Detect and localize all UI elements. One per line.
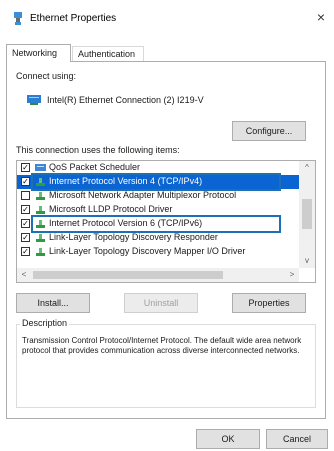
- item-checkbox[interactable]: ✓: [21, 205, 30, 214]
- item-label: Link-Layer Topology Discovery Responder: [49, 232, 218, 242]
- list-item[interactable]: ✓ Internet Protocol Version 6 (TCP/IPv6): [17, 217, 299, 231]
- description-text: Transmission Control Protocol/Internet P…: [22, 336, 302, 355]
- scroll-up-arrow[interactable]: ^: [300, 161, 314, 175]
- item-label: Microsoft LLDP Protocol Driver: [49, 204, 173, 214]
- scroll-down-arrow[interactable]: v: [300, 254, 314, 268]
- item-checkbox[interactable]: ✓: [21, 177, 30, 186]
- tab-authentication[interactable]: Authentication: [72, 46, 144, 61]
- tab-networking[interactable]: Networking: [6, 44, 71, 62]
- item-checkbox[interactable]: ✓: [21, 219, 30, 228]
- configure-button[interactable]: Configure...: [232, 121, 306, 141]
- horizontal-scrollbar[interactable]: < >: [17, 268, 299, 282]
- item-checkbox[interactable]: ✓: [21, 163, 30, 172]
- network-adapter-icon: [14, 12, 22, 25]
- uninstall-button[interactable]: Uninstall: [124, 293, 198, 313]
- items-label: This connection uses the following items…: [16, 145, 180, 155]
- list-item[interactable]: ✓ Link-Layer Topology Discovery Mapper I…: [17, 245, 299, 259]
- network-protocol-icon: [36, 206, 45, 214]
- cancel-button[interactable]: Cancel: [266, 429, 328, 449]
- item-label: QoS Packet Scheduler: [49, 162, 141, 172]
- list-item[interactable]: Microsoft Network Adapter Multiplexor Pr…: [17, 189, 299, 203]
- vertical-scrollbar[interactable]: ^ v: [299, 161, 315, 268]
- network-protocol-icon: [36, 178, 45, 186]
- network-protocol-icon: [36, 220, 45, 228]
- properties-button[interactable]: Properties: [232, 293, 306, 313]
- item-checkbox[interactable]: ✓: [21, 233, 30, 242]
- item-checkbox[interactable]: [21, 191, 30, 200]
- item-label: Microsoft Network Adapter Multiplexor Pr…: [49, 190, 237, 200]
- item-label: Internet Protocol Version 6 (TCP/IPv6): [49, 218, 203, 228]
- network-protocol-icon: [36, 248, 45, 256]
- items-list[interactable]: ✓ QoS Packet Scheduler ✓ Internet Protoc…: [16, 160, 316, 283]
- list-item[interactable]: ✓ Microsoft LLDP Protocol Driver: [17, 203, 299, 217]
- network-protocol-icon: [36, 234, 45, 242]
- close-button[interactable]: ×: [312, 8, 330, 26]
- item-label: Internet Protocol Version 4 (TCP/IPv4): [49, 176, 203, 186]
- connect-using-label: Connect using:: [16, 71, 77, 81]
- scroll-right-arrow[interactable]: >: [285, 268, 299, 282]
- adapter-name: Intel(R) Ethernet Connection (2) I219-V: [47, 95, 204, 105]
- install-button[interactable]: Install...: [16, 293, 90, 313]
- list-item[interactable]: ✓ Internet Protocol Version 4 (TCP/IPv4): [17, 175, 299, 189]
- vertical-scroll-thumb[interactable]: [302, 199, 312, 229]
- item-checkbox[interactable]: ✓: [21, 247, 30, 256]
- qos-scheduler-icon: [35, 164, 46, 171]
- window-title: Ethernet Properties: [30, 13, 117, 24]
- list-item[interactable]: ✓ QoS Packet Scheduler: [17, 161, 299, 175]
- ok-button[interactable]: OK: [196, 429, 260, 449]
- horizontal-scroll-thumb[interactable]: [33, 271, 223, 279]
- ethernet-adapter-icon: [27, 95, 41, 105]
- list-item[interactable]: ✓ Link-Layer Topology Discovery Responde…: [17, 231, 299, 245]
- scroll-left-arrow[interactable]: <: [17, 268, 31, 282]
- item-label: Link-Layer Topology Discovery Mapper I/O…: [49, 246, 246, 256]
- network-protocol-icon: [36, 192, 45, 200]
- description-label: Description: [20, 318, 70, 328]
